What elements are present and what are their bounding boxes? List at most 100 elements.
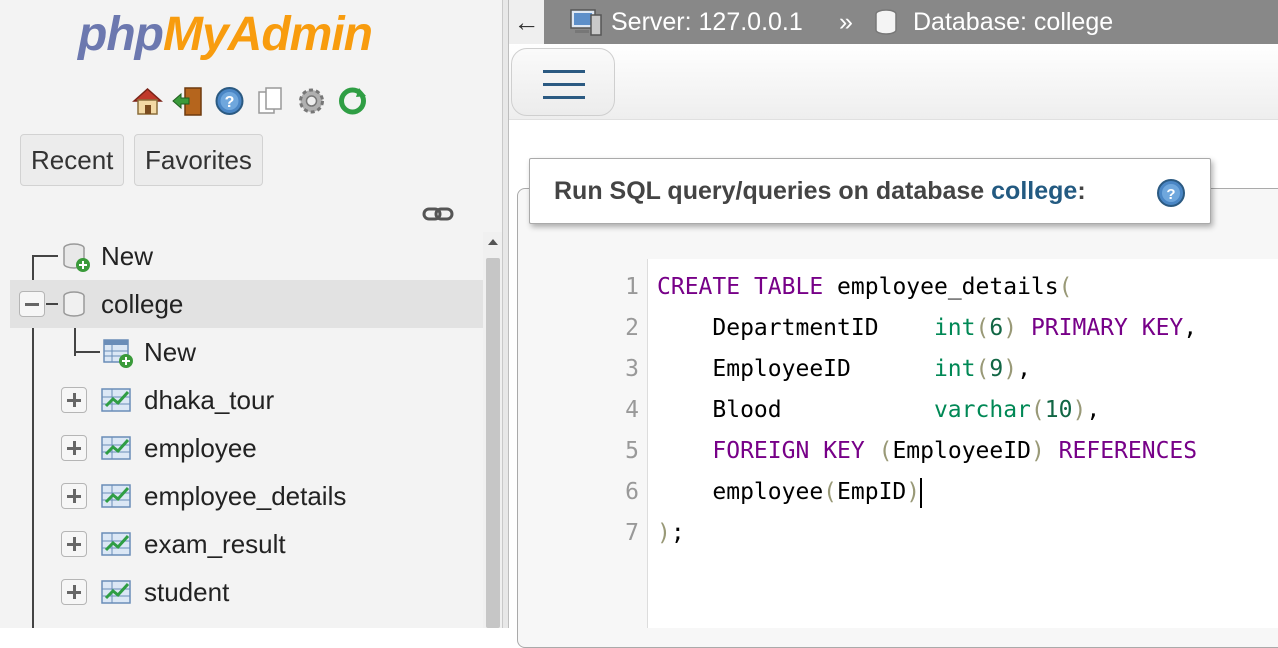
code-token: CREATE xyxy=(657,274,741,300)
help-icon[interactable]: ? xyxy=(1156,178,1186,208)
expand-toggle-icon[interactable] xyxy=(61,435,87,461)
table-icon xyxy=(101,580,131,604)
expand-toggle-icon[interactable] xyxy=(61,579,87,605)
table-icon xyxy=(101,532,131,556)
code-token: REFERENCES xyxy=(1058,438,1198,464)
breadcrumb-database-link[interactable]: Database: college xyxy=(913,0,1113,44)
collapse-toggle-icon[interactable] xyxy=(19,291,45,317)
code-token: EmpID xyxy=(837,479,907,505)
code-line: DepartmentID int(6) PRIMARY KEY, xyxy=(657,308,1197,349)
documentation-icon[interactable] xyxy=(253,84,288,118)
tree-item-table[interactable]: exam_result xyxy=(10,520,483,568)
reload-icon[interactable] xyxy=(335,84,370,118)
home-icon[interactable] xyxy=(130,84,165,118)
favorites-tab-button[interactable]: Favorites xyxy=(134,134,263,186)
line-number: 5 xyxy=(625,438,639,464)
line-number: 2 xyxy=(625,315,639,341)
sql-query-title-suffix: : xyxy=(1077,177,1086,205)
code-token: varchar xyxy=(933,397,1031,423)
database-icon xyxy=(63,291,85,317)
svg-text:?: ? xyxy=(1166,186,1175,203)
code-token: employee xyxy=(657,479,824,505)
code-token: 9 xyxy=(989,356,1004,382)
tree-item-database-college[interactable]: college xyxy=(10,280,483,328)
sql-code-editor[interactable]: 1234567 CREATE TABLE employee_details( D… xyxy=(552,259,1278,628)
scroll-up-arrow-icon[interactable] xyxy=(483,232,503,252)
tree-item-new-table[interactable]: New xyxy=(10,328,483,376)
code-token: ) xyxy=(1003,356,1018,382)
code-token: ) xyxy=(1072,397,1087,423)
sql-query-legend: Run SQL query/queries on database colleg… xyxy=(529,158,1211,224)
tree-label-table: student xyxy=(144,577,230,607)
logo-part-myadmin: MyAdmin xyxy=(162,8,373,61)
tree-scrollbar[interactable] xyxy=(483,232,503,628)
table-icon xyxy=(101,484,131,508)
code-token: ( xyxy=(878,438,893,464)
code-token: , xyxy=(1086,397,1101,423)
line-number: 1 xyxy=(625,274,639,300)
code-line: ); xyxy=(657,513,685,554)
code-token: ( xyxy=(823,479,838,505)
svg-text:?: ? xyxy=(225,94,235,111)
tree-label-new-database: New xyxy=(101,241,154,271)
table-icon xyxy=(101,436,131,460)
code-token: ) xyxy=(906,479,921,505)
link-with-main-panel-icon[interactable] xyxy=(422,203,454,225)
tree-item-table[interactable]: student xyxy=(10,568,483,616)
code-token: , xyxy=(1017,356,1031,382)
tree-label-table: employee_details xyxy=(144,481,347,511)
breadcrumb-server-link[interactable]: Server: 127.0.0.1 xyxy=(611,0,803,44)
logo-part-php: php xyxy=(78,8,164,61)
code-token: , xyxy=(1183,315,1198,341)
sql-query-title: Run SQL query/queries on database colleg… xyxy=(554,159,1086,223)
database-icon xyxy=(875,9,897,35)
tree-label-new-table: New xyxy=(144,337,197,367)
breadcrumb-separator: » xyxy=(839,8,853,36)
code-token: Blood xyxy=(657,397,934,423)
sql-query-database-name: college xyxy=(991,177,1078,205)
table-icon xyxy=(101,388,131,412)
code-token: KEY xyxy=(1141,315,1184,341)
code-token: DepartmentID xyxy=(657,315,934,341)
collapse-navigation-arrow-icon[interactable]: ← xyxy=(509,0,544,44)
new-database-icon xyxy=(63,243,90,272)
expand-toggle-icon[interactable] xyxy=(61,387,87,413)
menu-bar-line xyxy=(543,96,585,99)
code-token: 10 xyxy=(1044,397,1073,423)
code-token: EmployeeID xyxy=(892,438,1031,464)
code-token: ( xyxy=(975,356,990,382)
logout-icon[interactable] xyxy=(171,84,206,118)
tree-item-table[interactable]: dhaka_tour xyxy=(10,376,483,424)
sql-query-title-prefix: Run SQL query/queries on database xyxy=(554,177,992,205)
tree-label-table: exam_result xyxy=(144,529,286,559)
hamburger-menu-button[interactable] xyxy=(511,48,615,116)
scrollbar-thumb[interactable] xyxy=(486,258,500,628)
breadcrumb-bar: ← Server: 127.0.0.1 » Database: college xyxy=(509,0,1278,44)
line-number: 3 xyxy=(625,356,639,382)
tree-item-table[interactable]: employee xyxy=(10,424,483,472)
settings-icon[interactable] xyxy=(294,84,329,118)
tree-item-table[interactable]: employee_details xyxy=(10,472,483,520)
code-token: employee_details xyxy=(823,274,1059,300)
line-number-gutter: 1 2 3 4 5 6 7 xyxy=(552,259,648,628)
expand-toggle-icon[interactable] xyxy=(61,483,87,509)
tree-item-new-database[interactable]: New xyxy=(10,232,483,280)
code-token: EmployeeID xyxy=(657,356,934,382)
expand-toggle-icon[interactable] xyxy=(61,531,87,557)
code-token: KEY xyxy=(823,438,865,464)
code-line: Blood varchar(10), xyxy=(657,390,1100,431)
code-token: ) xyxy=(1030,438,1045,464)
database-tree: New college New dhaka_tour employee empl… xyxy=(0,232,483,628)
tree-label-college: college xyxy=(101,289,184,319)
line-number: 6 xyxy=(625,479,639,505)
code-token: int xyxy=(933,356,976,382)
help-icon[interactable]: ? xyxy=(212,84,247,118)
tree-branch xyxy=(46,303,58,305)
line-number: 7 xyxy=(625,520,639,546)
code-token: ( xyxy=(1030,397,1045,423)
phpmyadmin-logo[interactable]: phpMyAdmin xyxy=(78,6,428,64)
recent-tab-button[interactable]: Recent xyxy=(20,134,125,186)
